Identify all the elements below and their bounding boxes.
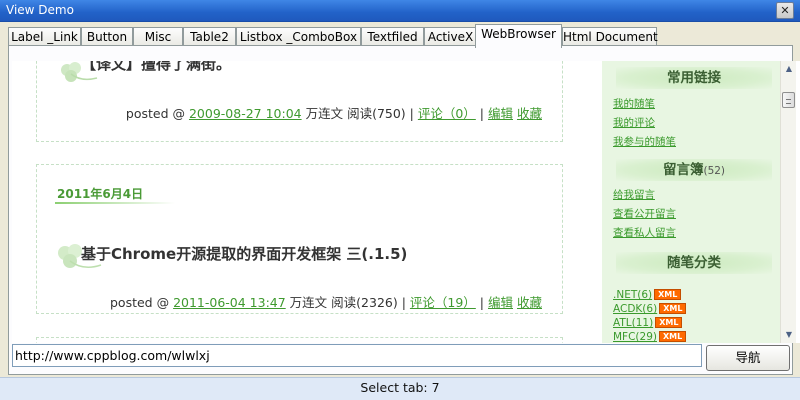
tab-panel: 【译文】擅得了满街。 posted @ 2009-08-27 10:04 万连文… — [8, 45, 800, 375]
web-browser-view[interactable]: 【译文】擅得了满街。 posted @ 2009-08-27 10:04 万连文… — [12, 61, 800, 343]
xml-feed-badge[interactable]: XML — [658, 331, 687, 342]
post-datetime-link[interactable]: 2009-08-27 10:04 — [189, 106, 302, 121]
category-link[interactable]: MFC(29) — [613, 331, 657, 343]
post-date: 2011年6月4日 — [57, 187, 144, 201]
xml-feed-badge[interactable]: XML — [659, 303, 687, 314]
post-reads: 阅读(2326) — [331, 295, 398, 310]
post-reads: 阅读(750) — [347, 106, 406, 121]
blog-post-2: 2011年6月4日 基于Chrome开源提取的界面开发框架 三(.1.5) po… — [36, 164, 563, 314]
tab-textfiled[interactable]: Textfiled — [361, 27, 424, 47]
tab-table2[interactable]: Table2 — [183, 27, 236, 47]
window-title: View Demo — [6, 3, 74, 17]
guestbook-count: (52) — [703, 165, 726, 177]
sidebar-link-my-comments[interactable]: 我的评论 — [613, 115, 655, 130]
sidebar-link-participated-posts[interactable]: 我参与的随笔 — [613, 134, 676, 149]
scroll-thumb[interactable] — [782, 92, 795, 108]
post-author: 万连文 — [285, 295, 332, 310]
web-page: 【译文】擅得了满街。 posted @ 2009-08-27 10:04 万连文… — [24, 61, 794, 343]
post-meta: posted @ 2009-08-27 10:04 万连文 阅读(750) | … — [126, 103, 542, 122]
category-item: .NET(6) XML — [613, 289, 682, 301]
status-bar: Select tab: 7 — [0, 377, 800, 400]
tab-html-document[interactable]: Html Document — [562, 27, 658, 47]
blog-post-3 — [36, 337, 563, 343]
post-favorite-link[interactable]: 收藏 — [517, 106, 542, 121]
close-icon: ✕ — [780, 4, 790, 17]
guestbook-title: 留言簿 — [662, 162, 704, 178]
date-underline — [55, 202, 175, 204]
category-item: ATL(11) XML — [613, 317, 683, 329]
sidebar-link-my-posts[interactable]: 我的随笔 — [613, 96, 655, 111]
tab-listbox-combobox[interactable]: Listbox _ComboBox — [236, 27, 361, 47]
post-title[interactable]: 基于Chrome开源提取的界面开发框架 三(.1.5) — [81, 243, 407, 264]
meta-sep: | — [397, 295, 410, 310]
tab-activex[interactable]: ActiveX — [424, 27, 477, 47]
blog-post-1: 【译文】擅得了满街。 posted @ 2009-08-27 10:04 万连文… — [36, 61, 563, 142]
post-favorite-link[interactable]: 收藏 — [517, 295, 542, 310]
category-item: ACDK(6) XML — [613, 303, 687, 315]
guestbook-heading: 留言簿(52) — [616, 159, 772, 181]
tab-strip: Label _Link Button Misc Table2 Listbox _… — [8, 24, 792, 48]
category-item: MFC(29) XML — [613, 331, 687, 343]
scroll-down-arrow-icon[interactable]: ▼ — [781, 327, 797, 343]
xml-feed-badge[interactable]: XML — [655, 317, 683, 328]
tab-label-link[interactable]: Label _Link — [8, 27, 81, 47]
post-comments-link[interactable]: 评论（0） — [418, 106, 476, 121]
navigate-button[interactable]: 导航 — [706, 345, 790, 371]
post-meta: posted @ 2011-06-04 13:47 万连文 阅读(2326) |… — [110, 292, 542, 311]
post-author: 万连文 — [301, 106, 348, 121]
category-link[interactable]: ACDK(6) — [613, 303, 657, 315]
sidebar-link-private-messages[interactable]: 查看私人留言 — [613, 225, 676, 240]
categories-heading: 随笔分类 — [616, 252, 772, 274]
post-edit-link[interactable]: 编辑 — [488, 295, 513, 310]
tab-webbrowser[interactable]: WebBrowser — [475, 24, 562, 48]
tab-misc[interactable]: Misc — [133, 27, 183, 47]
post-title[interactable]: 【译文】擅得了满街。 — [81, 61, 231, 74]
scroll-up-arrow-icon[interactable]: ▲ — [781, 61, 797, 77]
category-link[interactable]: .NET(6) — [613, 289, 652, 301]
post-edit-link[interactable]: 编辑 — [488, 106, 513, 121]
post-datetime-link[interactable]: 2011-06-04 13:47 — [173, 295, 286, 310]
meta-sep: | — [475, 106, 488, 121]
app-window: View Demo ✕ Label _Link Button Misc Tabl… — [0, 0, 800, 400]
sidebar-link-leave-message[interactable]: 给我留言 — [613, 187, 655, 202]
close-button[interactable]: ✕ — [776, 2, 794, 19]
blog-sidebar: 常用链接 我的随笔 我的评论 我参与的随笔 留言簿(52) 给我留言 查看公开留… — [602, 61, 787, 343]
meta-sep: | — [405, 106, 418, 121]
browser-vertical-scrollbar[interactable]: ▲ ▼ — [780, 61, 796, 343]
xml-feed-badge[interactable]: XML — [654, 289, 682, 300]
meta-posted: posted @ — [125, 106, 189, 121]
category-link[interactable]: ATL(11) — [613, 317, 653, 329]
meta-sep: | — [475, 295, 488, 310]
tab-button[interactable]: Button — [81, 27, 133, 47]
meta-posted: posted @ — [109, 295, 174, 310]
links-heading: 常用链接 — [616, 67, 772, 89]
title-bar: View Demo ✕ — [0, 0, 800, 22]
post-comments-link[interactable]: 评论（19） — [410, 295, 476, 310]
url-input[interactable]: http://www.cppblog.com/wlwlxj — [12, 344, 702, 367]
sidebar-link-public-messages[interactable]: 查看公开留言 — [613, 206, 676, 221]
